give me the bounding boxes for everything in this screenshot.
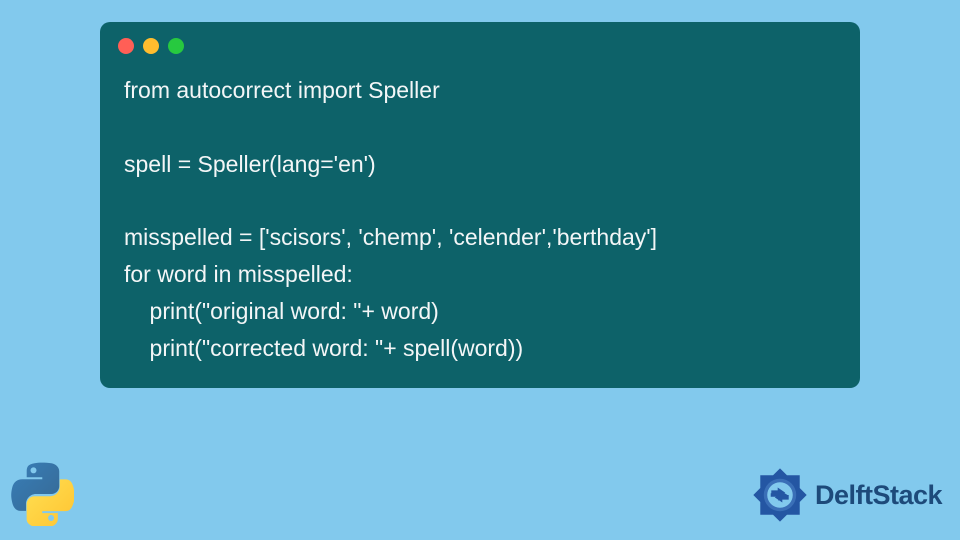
minimize-icon (143, 38, 159, 54)
brand-name: DelftStack (815, 480, 942, 511)
code-block: from autocorrect import Speller spell = … (100, 60, 860, 370)
window-titlebar (100, 22, 860, 60)
delftstack-branding: DelftStack (751, 466, 942, 524)
python-logo-icon (10, 462, 74, 526)
code-window: from autocorrect import Speller spell = … (100, 22, 860, 388)
close-icon (118, 38, 134, 54)
maximize-icon (168, 38, 184, 54)
delftstack-logo-icon (751, 466, 809, 524)
